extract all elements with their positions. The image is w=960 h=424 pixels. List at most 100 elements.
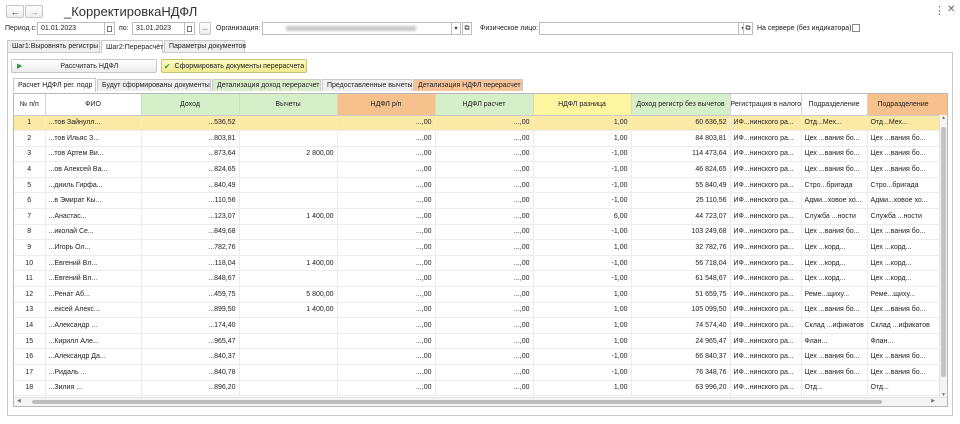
cell-n: 7 <box>14 208 46 225</box>
cell-ndfl_rp: ...,00 <box>337 146 436 163</box>
open-link-icon[interactable]: ⧉ <box>743 22 753 35</box>
table-row[interactable]: 6 ...в Эмират Кы... ...110,56 ...,00 ...,00-… <box>14 192 947 210</box>
period-select-button[interactable]: ... <box>199 22 211 35</box>
cell-ndfl_calc: ...,00 <box>435 161 534 178</box>
back-button[interactable]: ← <box>6 5 24 18</box>
cell-pod2: Цех ...корд... <box>867 270 947 288</box>
calendar-icon[interactable] <box>185 22 195 35</box>
table-row[interactable]: 12 ...Ренат Аб... ...459,75 5 800,00 ...,00.… <box>14 286 947 303</box>
cell-ndfl_calc: ...,00 <box>435 270 534 288</box>
table-row[interactable]: 7 ...Анастас... ...123,07 1 400,00 ...,00...… <box>14 208 947 225</box>
scroll-right-icon[interactable]: ▶ <box>931 398 935 404</box>
cell-pod: Цех ...вания бо... <box>801 146 868 163</box>
tab-step1[interactable]: Шаг1:Выровнять регистры <box>7 40 100 52</box>
scroll-thumb-h[interactable] <box>32 400 882 404</box>
cell-dohod: ...782,76 <box>141 239 240 256</box>
cell-reg: ИФ...нинского ра... <box>730 348 802 365</box>
col-header-income[interactable]: Доход <box>141 94 240 116</box>
scroll-thumb[interactable] <box>941 127 946 377</box>
cell-vychety: 5 800,00 <box>239 286 338 303</box>
table-row[interactable]: 5 ...дииль Гирфа... ...840,49 ...,00 ...,00-… <box>14 177 947 194</box>
table-row[interactable]: 17 ...Ридаль ... ...840,78 ...,00 ...,00 -1,0… <box>14 364 947 381</box>
cell-n: 13 <box>14 302 46 319</box>
cell-pod2: Флан... <box>867 333 947 350</box>
col-header-division[interactable]: Подразделение <box>801 94 868 116</box>
more-menu-icon[interactable]: ⋮ <box>934 4 945 17</box>
cell-reg: ИФ...нинского ра... <box>730 146 802 163</box>
table-row[interactable]: 16 ...Александр Да... ...840,37 ...,00 ...,0… <box>14 348 947 365</box>
cell-ndfl_calc: ...,00 <box>435 239 534 256</box>
cell-vychety <box>239 380 338 397</box>
table-row[interactable]: 3 ...тов Артем Ви... ...873,64 2 800,00...,… <box>14 146 947 163</box>
cell-vychety <box>239 333 338 350</box>
cell-pod2: Цех ...вания бо... <box>867 348 947 365</box>
cell-dohod: ...965,47 <box>141 333 240 350</box>
table-row[interactable]: 10 ...Евгений Вл... ...118,04 1 400,00 ...,0… <box>14 255 947 272</box>
cell-pod: Служба ...ности <box>801 208 868 225</box>
period-from-input[interactable]: 01.01.2023 <box>37 22 105 35</box>
calc-ndfl-button[interactable]: ▶ Рассчитать НДФЛ <box>11 59 157 73</box>
tab-deductions[interactable]: Предоставленные вычеты <box>322 79 413 91</box>
table-row[interactable]: 18 ...Зилия ... ...896,20 ...,00 ...,00 1,00 6… <box>14 380 947 397</box>
cell-diff: -1,00 <box>533 270 632 288</box>
server-checkbox[interactable] <box>852 24 860 32</box>
table-row[interactable]: 9 ...Игорь Ол... ...782,76 ...,00 ...,00 1,00… <box>14 239 947 256</box>
tab-step2[interactable]: Шаг2:Перерасчёт <box>101 40 163 53</box>
dropdown-chevron-icon[interactable]: ▾ <box>452 22 461 35</box>
period-to-input[interactable]: 31.01.2023 <box>132 22 185 35</box>
cell-pod2: Цех ...вания бо... <box>867 224 947 241</box>
col-header-fio[interactable]: ФИО <box>45 94 142 116</box>
tab-ndfl-detail[interactable]: Детализация НДФЛ перерасчет <box>413 79 523 91</box>
table-row[interactable]: 11 ...Евгений Вл... ...848,67 ...,00 ...,00-… <box>14 270 947 288</box>
cell-pod2: Адми...ховое хо... <box>867 192 947 210</box>
cell-diff: -1,00 <box>533 146 632 163</box>
cell-dohod: ...848,67 <box>141 270 240 288</box>
cell-ndfl_rp: ...,00 <box>337 115 436 132</box>
table-row[interactable]: 13 ...ексей Алекс... ...899,50 1 400,00...,… <box>14 302 947 319</box>
favorite-star-icon[interactable]: ☆ <box>169 4 179 17</box>
data-grid[interactable]: № п/п ФИО Доход Вычеты НДФЛ р/п НДФЛ рас… <box>13 93 948 407</box>
col-header-tax-reg[interactable]: Регистрация в налого... <box>730 94 802 116</box>
col-header-division2[interactable]: Подразделение <box>867 94 947 116</box>
cell-dohod_reg: 51 659,75 <box>631 286 731 303</box>
table-row[interactable]: 1 ...тов Зайнулл... ...536,52 ...,00 ...,00 1… <box>14 115 947 132</box>
cell-diff: -1,00 <box>533 161 632 178</box>
vertical-scrollbar[interactable]: ▲ ▼ <box>939 115 947 398</box>
table-row[interactable]: 8 ...иколай Се... ...849,68 ...,00 ...,00 -1,… <box>14 224 947 241</box>
calendar-icon[interactable] <box>105 22 115 35</box>
cell-n: 17 <box>14 364 46 381</box>
cell-pod2: Цех ...корд... <box>867 239 947 256</box>
col-header-num[interactable]: № п/п <box>14 94 46 116</box>
cell-pod: Отд... <box>801 380 868 397</box>
open-link-icon[interactable]: ⧉ <box>462 22 472 35</box>
cell-pod2: Стро...бригада <box>867 177 947 194</box>
person-input[interactable] <box>539 22 739 35</box>
cell-ndfl_calc: ...,00 <box>435 380 534 397</box>
cell-ndfl_rp: ...,00 <box>337 348 436 365</box>
horizontal-scrollbar[interactable]: ◀ ▶ <box>14 397 947 406</box>
col-header-deductions[interactable]: Вычеты <box>239 94 338 116</box>
cell-dohod_reg: 76 348,76 <box>631 364 731 381</box>
table-row[interactable]: 2 ...тов Ильяс З... ...803,81 ...,00 ...,00 1… <box>14 130 947 147</box>
org-input[interactable] <box>262 22 452 35</box>
scroll-up-icon[interactable]: ▲ <box>940 115 947 121</box>
tab-calc-ndfl[interactable]: Расчет НДФЛ рег. подр <box>13 78 96 92</box>
col-header-ndfl-rp[interactable]: НДФЛ р/п <box>337 94 436 116</box>
col-header-income-reg[interactable]: Доход регистр без вычетов <box>631 94 731 116</box>
table-row[interactable]: 15 ...Кирилл Але... ...965,47 ...,00 ...,00 1… <box>14 333 947 350</box>
tab-docs-to-generate[interactable]: Будут сформированы документы <box>97 79 211 91</box>
cell-ndfl_rp: ...,00 <box>337 286 436 303</box>
cell-dohod_reg: 44 723,07 <box>631 208 731 225</box>
forward-button[interactable]: → <box>25 5 43 18</box>
cell-vychety <box>239 317 338 334</box>
col-header-ndfl-calc[interactable]: НДФЛ расчет <box>435 94 534 116</box>
generate-docs-button[interactable]: ✔ Сформировать документы перерасчета <box>161 59 307 73</box>
cell-fio: ...Евгений Вл... <box>45 270 142 288</box>
close-icon[interactable]: ✕ <box>947 4 955 15</box>
scroll-left-icon[interactable]: ◀ <box>17 398 21 404</box>
table-row[interactable]: 4 ...ов Алексей Ва... ...824,65 ...,00 ...,0… <box>14 161 947 178</box>
tab-doc-params[interactable]: Параметры документов <box>164 40 246 52</box>
tab-income-detail[interactable]: Детализация доход перерасчет <box>212 79 321 91</box>
col-header-ndfl-diff[interactable]: НДФЛ разница <box>533 94 632 116</box>
table-row[interactable]: 14 ...Александр ... ...174,40 ...,00 ...,00 1… <box>14 317 947 334</box>
